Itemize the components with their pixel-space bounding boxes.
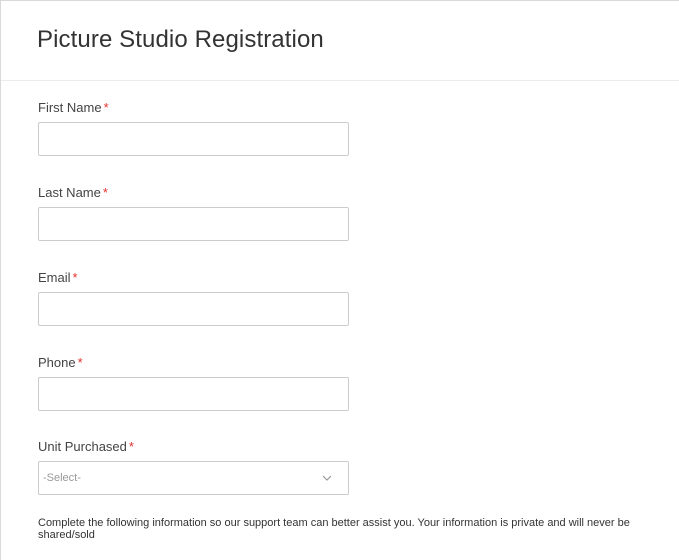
required-marker: * (102, 185, 108, 200)
unit-purchased-label-text: Unit Purchased (38, 439, 127, 454)
first-name-group: First Name * (38, 100, 349, 156)
required-marker: * (103, 100, 109, 115)
phone-input[interactable] (38, 377, 349, 411)
chevron-down-icon (322, 475, 332, 481)
help-text: Complete the following information so ou… (38, 517, 630, 541)
last-name-group: Last Name * (38, 185, 349, 241)
email-label: Email * (38, 270, 78, 286)
form-header: Picture Studio Registration (1, 1, 679, 81)
email-label-text: Email (38, 270, 71, 285)
page-title: Picture Studio Registration (37, 26, 324, 53)
unit-purchased-selected-value: -Select- (43, 472, 81, 484)
first-name-label: First Name * (38, 100, 109, 116)
required-marker: * (77, 355, 83, 370)
phone-label-text: Phone (38, 355, 76, 370)
email-group: Email * (38, 270, 349, 326)
unit-purchased-select[interactable]: -Select- (38, 461, 349, 495)
unit-purchased-group: Unit Purchased * -Select- (38, 439, 349, 495)
required-marker: * (72, 270, 78, 285)
registration-form-panel: Picture Studio Registration First Name * … (0, 0, 679, 560)
required-marker: * (128, 439, 134, 454)
last-name-input[interactable] (38, 207, 349, 241)
unit-purchased-label: Unit Purchased * (38, 439, 134, 455)
last-name-label-text: Last Name (38, 185, 101, 200)
first-name-label-text: First Name (38, 100, 102, 115)
first-name-input[interactable] (38, 122, 349, 156)
email-input[interactable] (38, 292, 349, 326)
last-name-label: Last Name * (38, 185, 108, 201)
phone-label: Phone * (38, 355, 83, 371)
phone-group: Phone * (38, 355, 349, 411)
